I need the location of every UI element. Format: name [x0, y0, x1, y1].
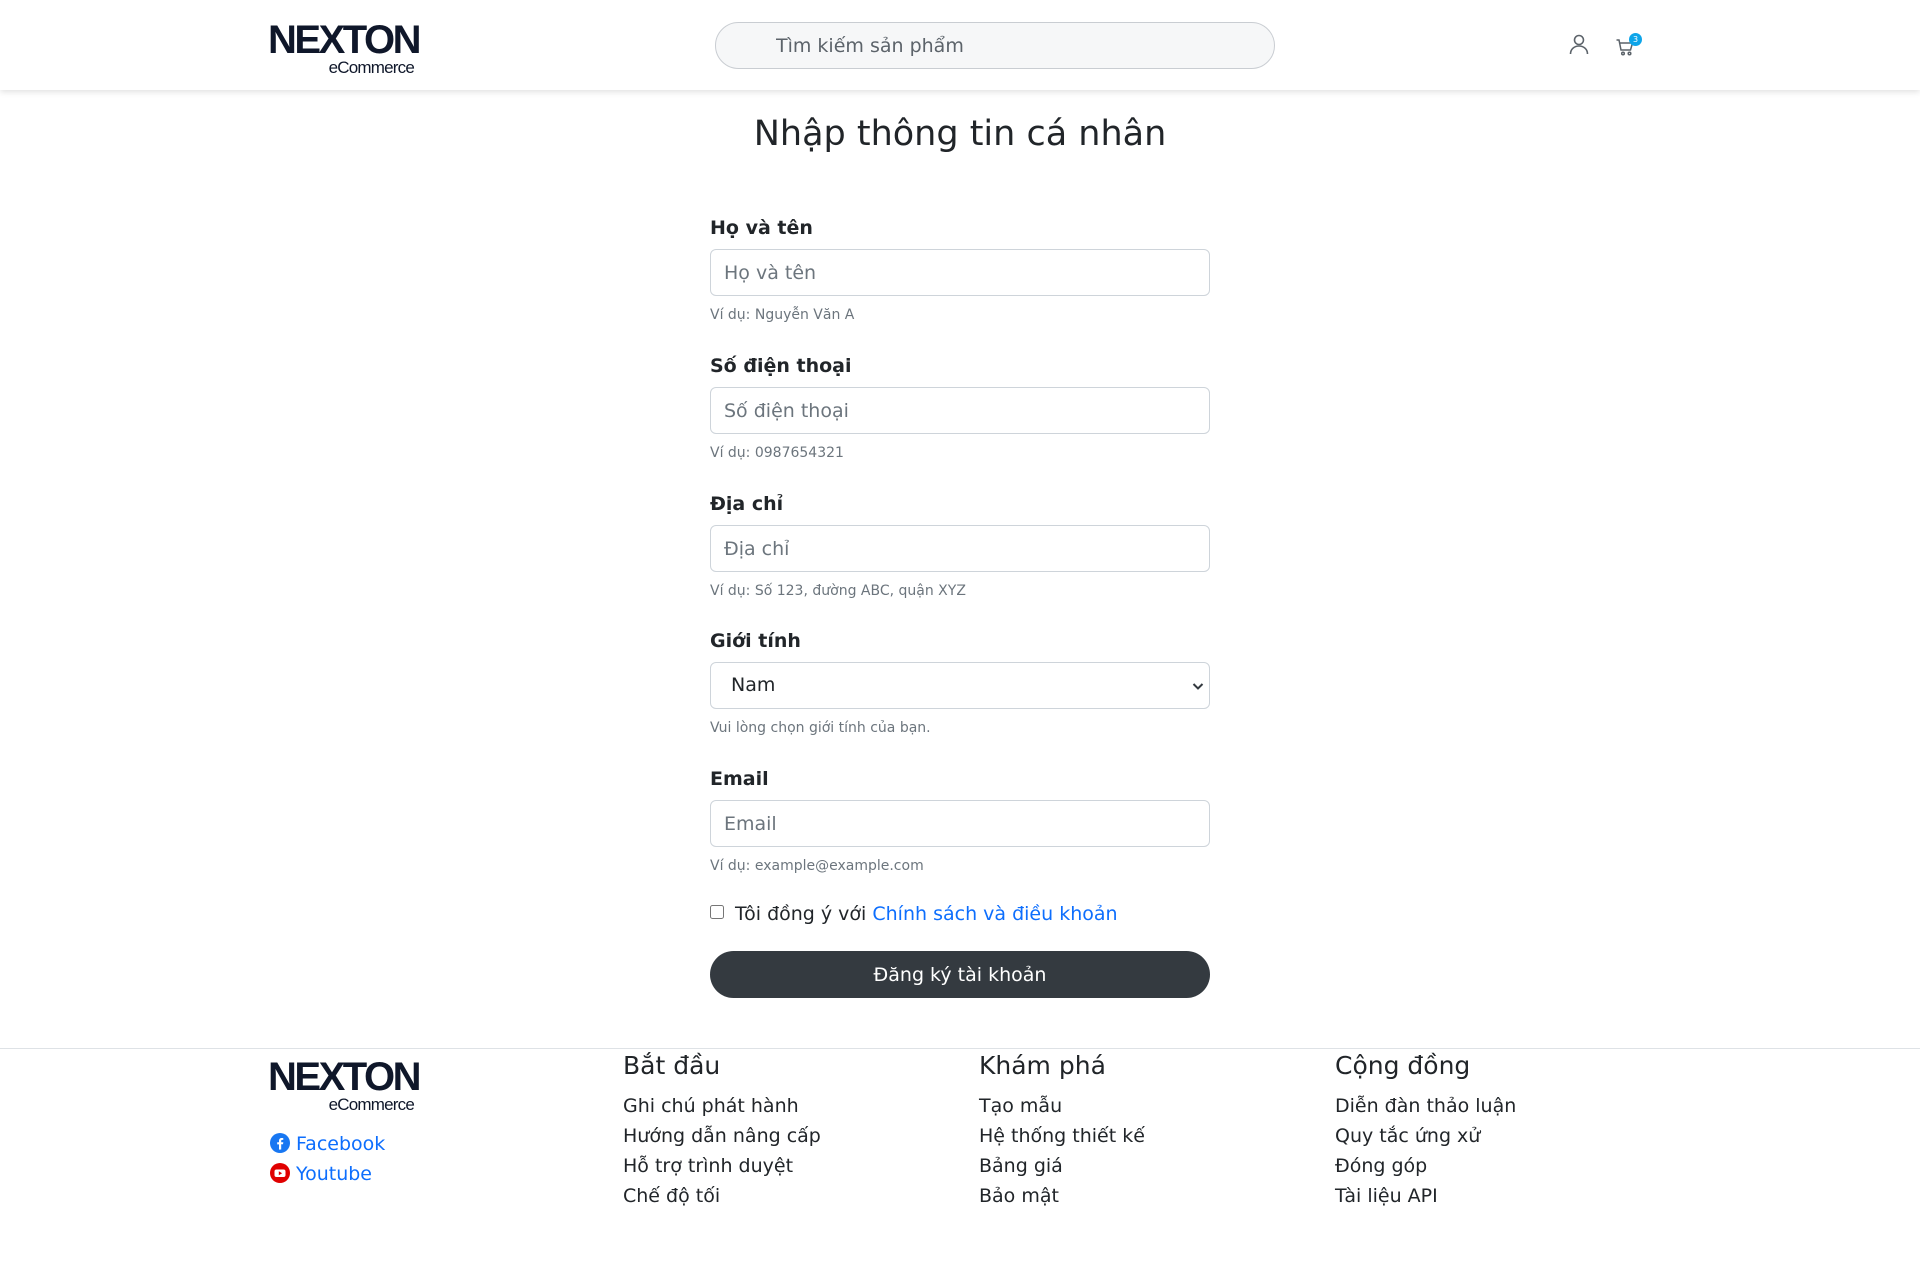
- list-item: Bảng giá: [979, 1153, 1145, 1183]
- footer-column-title: Khám phá: [979, 1051, 1106, 1080]
- list-item: Ghi chú phát hành: [623, 1093, 821, 1123]
- footer-column-title: Cộng đồng: [1335, 1051, 1471, 1080]
- gender-help: Vui lòng chọn giới tính của bạn.: [710, 720, 931, 736]
- site-header: NEXTON eCommerce 3: [0, 0, 1920, 90]
- list-item: Tạo mẫu: [979, 1093, 1145, 1123]
- phone-label: Số điện thoại: [710, 355, 852, 377]
- footer-link[interactable]: Hệ thống thiết kế: [979, 1125, 1145, 1147]
- search-input[interactable]: [774, 23, 1254, 68]
- gender-select[interactable]: Nam: [710, 662, 1210, 709]
- footer-link[interactable]: Tài liệu API: [1335, 1185, 1438, 1207]
- footer-link[interactable]: Hỗ trợ trình duyệt: [623, 1155, 793, 1177]
- footer-link[interactable]: Bảo mật: [979, 1185, 1059, 1207]
- list-item: Diễn đàn thảo luận: [1335, 1093, 1516, 1123]
- footer-link[interactable]: Bảng giá: [979, 1155, 1063, 1177]
- fullname-input[interactable]: [710, 249, 1210, 296]
- address-label: Địa chỉ: [710, 493, 784, 515]
- fullname-label: Họ và tên: [710, 217, 813, 239]
- footer-logo-wordmark: NEXTON: [268, 1055, 421, 1099]
- site-footer: NEXTON eCommerce Facebook Youtube Bắt đầ…: [0, 1048, 1920, 1285]
- footer-logo-tagline: eCommerce: [328, 1095, 415, 1114]
- page-title: Nhập thông tin cá nhân: [753, 114, 1167, 154]
- fullname-help: Ví dụ: Nguyễn Văn A: [710, 307, 855, 323]
- search-bar: [715, 22, 1275, 69]
- list-item: Tài liệu API: [1335, 1183, 1516, 1213]
- cart-count-badge: 3: [1629, 33, 1642, 46]
- footer-link[interactable]: Ghi chú phát hành: [623, 1095, 799, 1117]
- phone-help: Ví dụ: 0987654321: [710, 445, 844, 461]
- list-item: Chế độ tối: [623, 1183, 821, 1213]
- footer-logo[interactable]: NEXTON eCommerce: [268, 1055, 421, 1114]
- register-button[interactable]: Đăng ký tài khoản: [710, 951, 1210, 998]
- terms-text: Tôi đồng ý với Chính sách và điều khoản: [735, 901, 1118, 927]
- gender-label: Giới tính: [710, 630, 801, 652]
- footer-link[interactable]: Chế độ tối: [623, 1185, 720, 1207]
- address-input[interactable]: [710, 525, 1210, 572]
- footer-column-title: Bắt đầu: [623, 1051, 721, 1080]
- youtube-label: Youtube: [296, 1163, 372, 1185]
- user-icon[interactable]: [1567, 32, 1591, 56]
- footer-link[interactable]: Hướng dẫn nâng cấp: [623, 1125, 821, 1147]
- nexton-logo[interactable]: NEXTON eCommerce: [268, 18, 421, 77]
- footer-link-list: Diễn đàn thảo luận Quy tắc ứng xử Đóng g…: [1335, 1093, 1516, 1213]
- footer-link-list: Tạo mẫu Hệ thống thiết kế Bảng giá Bảo m…: [979, 1093, 1145, 1213]
- terms-checkbox[interactable]: [710, 905, 724, 919]
- chevron-down-icon: [1192, 683, 1204, 690]
- footer-link-list: Ghi chú phát hành Hướng dẫn nâng cấp Hỗ …: [623, 1093, 821, 1213]
- footer-link[interactable]: Quy tắc ứng xử: [1335, 1125, 1480, 1147]
- terms-prefix: Tôi đồng ý với: [735, 903, 867, 925]
- youtube-icon: [270, 1163, 290, 1183]
- logo-tagline: eCommerce: [328, 58, 415, 77]
- list-item: Hướng dẫn nâng cấp: [623, 1123, 821, 1153]
- terms-agreement-row: Tôi đồng ý với Chính sách và điều khoản: [710, 903, 1210, 931]
- list-item: Hệ thống thiết kế: [979, 1123, 1145, 1153]
- terms-link[interactable]: Chính sách và điều khoản: [872, 903, 1117, 925]
- list-item: Hỗ trợ trình duyệt: [623, 1153, 821, 1183]
- facebook-label: Facebook: [296, 1133, 386, 1155]
- facebook-icon: [270, 1133, 290, 1153]
- list-item: Đóng góp: [1335, 1153, 1516, 1183]
- list-item: Bảo mật: [979, 1183, 1145, 1213]
- email-help: Ví dụ: example@example.com: [710, 858, 924, 874]
- email-label: Email: [710, 768, 769, 790]
- footer-link[interactable]: Tạo mẫu: [979, 1095, 1062, 1117]
- footer-link[interactable]: Đóng góp: [1335, 1155, 1427, 1177]
- phone-input[interactable]: [710, 387, 1210, 434]
- address-help: Ví dụ: Số 123, đường ABC, quận XYZ: [710, 583, 966, 599]
- gender-selected-value: Nam: [731, 674, 776, 696]
- email-input[interactable]: [710, 800, 1210, 847]
- list-item: Quy tắc ứng xử: [1335, 1123, 1516, 1153]
- logo-wordmark: NEXTON: [268, 18, 421, 62]
- footer-link[interactable]: Diễn đàn thảo luận: [1335, 1095, 1516, 1117]
